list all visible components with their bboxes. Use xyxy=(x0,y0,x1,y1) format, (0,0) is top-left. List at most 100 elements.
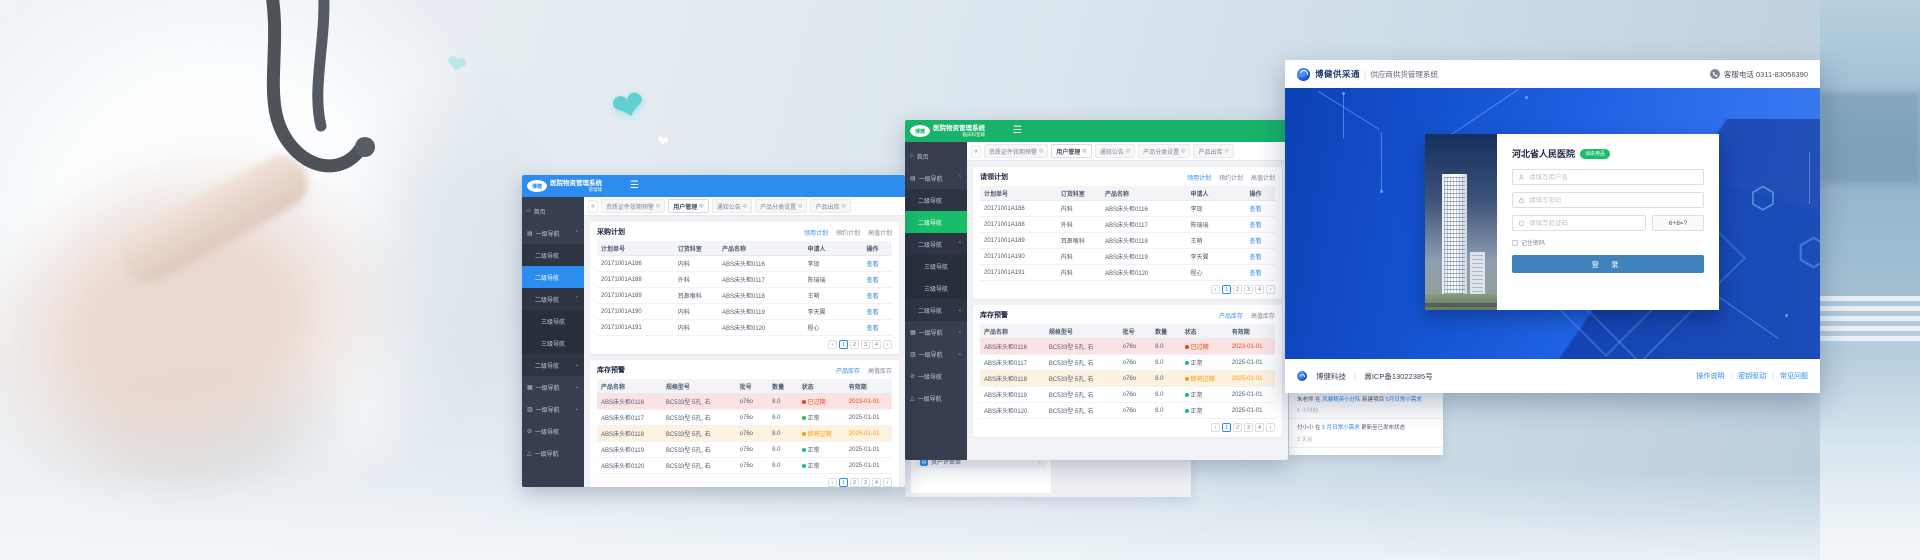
page-button[interactable]: 1 xyxy=(839,478,848,487)
page-button[interactable]: ‹ xyxy=(828,340,837,349)
view-link[interactable]: 查看 xyxy=(1249,239,1261,245)
tab[interactable]: 用户管理◎ xyxy=(668,199,708,213)
username-input[interactable] xyxy=(1529,174,1698,181)
card-link[interactable]: 预约计划 xyxy=(1219,173,1243,182)
view-link[interactable]: 查看 xyxy=(866,278,878,284)
captcha-field[interactable] xyxy=(1512,215,1646,231)
sidebar-item[interactable]: 三级导航 xyxy=(905,277,967,299)
card-link[interactable]: 领用计划 xyxy=(1187,173,1211,182)
view-link[interactable]: 查看 xyxy=(866,310,878,316)
page-button[interactable]: 2 xyxy=(850,478,859,487)
tab[interactable]: 用户管理◎ xyxy=(1051,144,1091,158)
tab[interactable]: 产品分类设置◎ xyxy=(1138,144,1190,158)
collapse-tabs-icon[interactable]: « xyxy=(971,145,981,158)
sidebar-item[interactable]: 二级导航⌄ xyxy=(522,354,584,376)
sidebar-item[interactable]: ⊘一级导航 xyxy=(905,365,967,387)
collapse-tabs-icon[interactable]: « xyxy=(588,200,598,213)
login-button[interactable]: 登 录 xyxy=(1512,255,1704,273)
captcha-question[interactable]: 6+8=? xyxy=(1652,215,1704,231)
sidebar-item[interactable]: ▤一级导航⌃ xyxy=(905,167,967,189)
page-button[interactable]: › xyxy=(883,478,892,487)
tab[interactable]: 通知公告◎ xyxy=(712,199,752,213)
card-link[interactable]: 预约计划 xyxy=(836,228,860,237)
activity-link[interactable]: 5月日常小需求 xyxy=(1386,397,1422,403)
sidebar-item[interactable]: ▥一级导航⌄ xyxy=(522,398,584,420)
sidebar-item[interactable]: △一级导航 xyxy=(905,387,967,409)
page-button[interactable]: ‹ xyxy=(1211,285,1220,294)
page-button[interactable]: 3 xyxy=(861,478,870,487)
view-link[interactable]: 查看 xyxy=(1249,271,1261,277)
page-button[interactable]: › xyxy=(1266,423,1275,432)
page-button[interactable]: 1 xyxy=(839,340,848,349)
view-link[interactable]: 查看 xyxy=(866,262,878,268)
page-button[interactable]: 4 xyxy=(872,478,881,487)
sidebar-item[interactable]: ▦一级导航⌄ xyxy=(522,376,584,398)
page-button[interactable]: 2 xyxy=(1233,285,1242,294)
page-button[interactable]: 4 xyxy=(1255,423,1264,432)
sidebar-item[interactable]: 二级导航⌃ xyxy=(522,288,584,310)
page-button[interactable]: 3 xyxy=(1244,285,1253,294)
activity-link[interactable]: 风暴精英小分队 xyxy=(1322,397,1361,403)
view-link[interactable]: 查看 xyxy=(1249,223,1261,229)
page-button[interactable]: › xyxy=(883,340,892,349)
card-link[interactable]: 领用计划 xyxy=(804,228,828,237)
brand-logo-icon xyxy=(1297,371,1307,381)
sidebar-item[interactable]: 二级导航⌃ xyxy=(905,233,967,255)
sidebar-item[interactable]: 三级导航 xyxy=(522,310,584,332)
view-link[interactable]: 查看 xyxy=(866,294,878,300)
page-button[interactable]: 2 xyxy=(1233,423,1242,432)
captcha-input[interactable] xyxy=(1529,220,1640,227)
app-subtitle: 管理端 xyxy=(589,187,603,192)
page-button[interactable]: 1 xyxy=(1222,285,1231,294)
checkbox-icon[interactable] xyxy=(1512,240,1518,246)
key-driver-link[interactable]: 密钥驱动 xyxy=(1738,371,1766,381)
password-input[interactable] xyxy=(1529,197,1698,204)
sidebar-item[interactable]: ⌂首页 xyxy=(522,200,584,222)
tab[interactable]: 资质证件效期预警◎ xyxy=(601,199,665,213)
sidebar-item[interactable]: 三级导航 xyxy=(905,255,967,277)
hamburger-icon[interactable]: ☰ xyxy=(1013,126,1022,136)
card-link[interactable]: 高值库存 xyxy=(1251,311,1275,320)
card-link[interactable]: 产品库存 xyxy=(836,366,860,375)
sidebar-item[interactable]: 二级导航 xyxy=(905,211,967,233)
sidebar-item[interactable]: ⌂首页 xyxy=(905,145,967,167)
page-button[interactable]: ‹ xyxy=(828,478,837,487)
activity-link[interactable]: 5 月日常小需求 xyxy=(1322,425,1360,431)
view-link[interactable]: 查看 xyxy=(866,326,878,332)
sidebar-item[interactable]: 二级导航 xyxy=(522,266,584,288)
sidebar-item[interactable]: ▥一级导航⌄ xyxy=(905,343,967,365)
view-link[interactable]: 查看 xyxy=(1249,255,1261,261)
sidebar-item[interactable]: △一级导航 xyxy=(522,442,584,464)
password-field[interactable] xyxy=(1512,192,1704,208)
faq-link[interactable]: 常见问题 xyxy=(1780,371,1808,381)
page-button[interactable]: ‹ xyxy=(1211,423,1220,432)
page-button[interactable]: 1 xyxy=(1222,423,1231,432)
page-button[interactable]: › xyxy=(1266,285,1275,294)
sidebar-item[interactable]: 二级导航⌄ xyxy=(905,299,967,321)
tab[interactable]: 产品分类设置◎ xyxy=(755,199,807,213)
tab[interactable]: 产品出库◎ xyxy=(810,199,850,213)
help-link[interactable]: 操作说明 xyxy=(1696,371,1724,381)
page-button[interactable]: 2 xyxy=(850,340,859,349)
view-link[interactable]: 查看 xyxy=(1249,207,1261,213)
sidebar-item[interactable]: ▦一级导航⌄ xyxy=(905,321,967,343)
sidebar-item[interactable]: ⊘一级导航 xyxy=(522,420,584,442)
sidebar-item[interactable]: 三级导航 xyxy=(522,332,584,354)
page-button[interactable]: 3 xyxy=(1244,423,1253,432)
card-link[interactable]: 高值计划 xyxy=(868,228,892,237)
sidebar-item[interactable]: 二级导航 xyxy=(905,189,967,211)
tab[interactable]: 资质证件效期预警◎ xyxy=(984,144,1048,158)
username-field[interactable] xyxy=(1512,169,1704,185)
page-button[interactable]: 4 xyxy=(872,340,881,349)
hamburger-icon[interactable]: ☰ xyxy=(630,181,639,191)
sidebar-item[interactable]: 二级导航 xyxy=(522,244,584,266)
card-link[interactable]: 产品库存 xyxy=(1219,311,1243,320)
card-link[interactable]: 高值库存 xyxy=(868,366,892,375)
sidebar-item[interactable]: ▤一级导航⌃ xyxy=(522,222,584,244)
page-button[interactable]: 4 xyxy=(1255,285,1264,294)
remember-password[interactable]: 记住密码 xyxy=(1512,238,1704,247)
tab[interactable]: 通知公告◎ xyxy=(1095,144,1135,158)
page-button[interactable]: 3 xyxy=(861,340,870,349)
tab[interactable]: 产品出库◎ xyxy=(1193,144,1233,158)
card-link[interactable]: 高值计划 xyxy=(1251,173,1275,182)
